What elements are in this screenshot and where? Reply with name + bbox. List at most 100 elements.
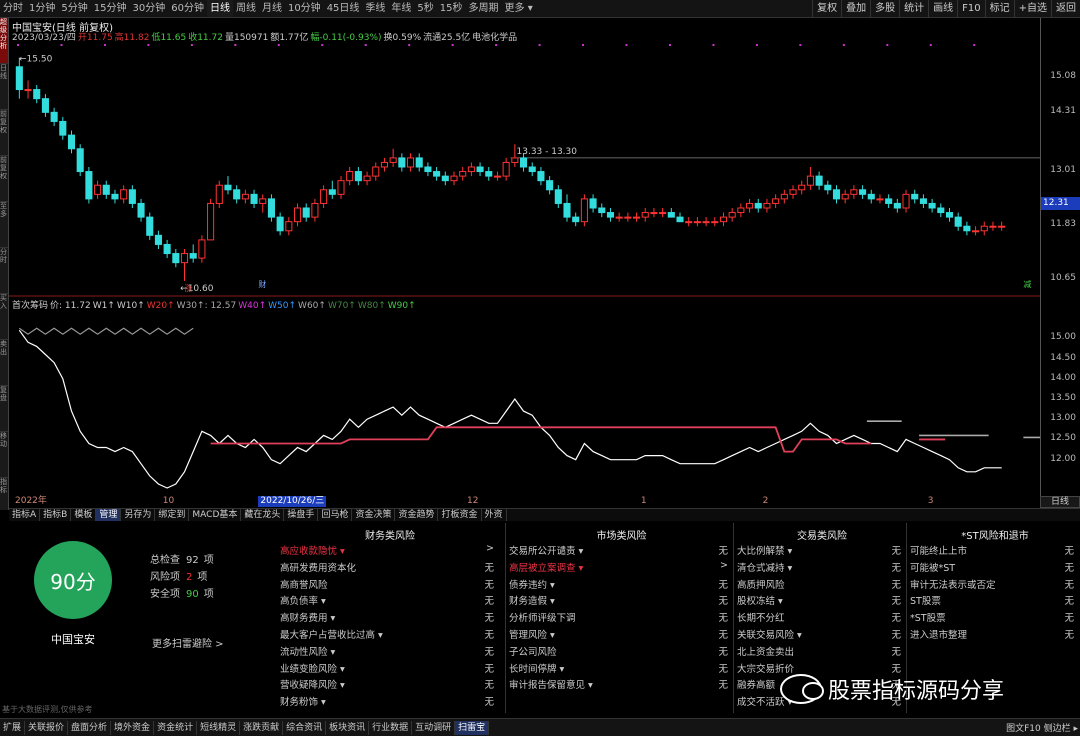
bottom-tab-2[interactable]: 盘面分析 (68, 720, 112, 735)
indicator-tab-1[interactable]: 指标B (40, 509, 72, 521)
side-tab-2[interactable]: 前复权 (0, 110, 8, 156)
side-tab-4[interactable]: 至多 (0, 202, 8, 248)
risk-item[interactable]: ST股票 无 (910, 593, 1080, 607)
risk-item[interactable]: 审计报告保留意见 ▾ 无 (509, 677, 734, 691)
period-tab-3[interactable]: 15分钟 (91, 0, 130, 17)
side-tab-7[interactable]: 卖出 (0, 340, 8, 386)
risk-item[interactable]: 长期不分红 无 (737, 610, 907, 624)
period-tab-13[interactable]: 5秒 (414, 0, 436, 17)
indicator-tab-0[interactable]: 指标A (9, 509, 41, 521)
bottom-tab-9[interactable]: 行业数据 (369, 720, 413, 735)
bottom-tab-11[interactable]: 扫雷宝 (455, 720, 490, 735)
risk-item[interactable]: 业绩变脸风险 ▾ 无 (280, 661, 500, 675)
risk-item[interactable]: 清仓式减持 ▾ 无 (737, 560, 907, 574)
period-tab-11[interactable]: 季线 (362, 0, 388, 17)
day-period-button[interactable]: 日线 (1040, 496, 1080, 508)
signal-dot (625, 44, 628, 46)
price-chart[interactable]: ←15.50←10.6013.33 - 13.30涨财减 (9, 18, 1040, 496)
period-tab-15[interactable]: 多周期 (466, 0, 502, 17)
period-tab-12[interactable]: 年线 (388, 0, 414, 17)
bottom-tab-7[interactable]: 综合资讯 (283, 720, 327, 735)
bottom-tab-1[interactable]: 关联报价 (25, 720, 69, 735)
period-tab-5[interactable]: 60分钟 (168, 0, 207, 17)
bottom-tab-6[interactable]: 涨跌贡献 (240, 720, 284, 735)
tool-button-3[interactable]: 统计 (899, 0, 928, 17)
period-tab-4[interactable]: 30分钟 (129, 0, 168, 17)
risk-item[interactable]: 高质押风险 无 (737, 577, 907, 591)
risk-item[interactable]: 可能被*ST 无 (910, 560, 1080, 574)
bottom-tab-10[interactable]: 互动调研 (412, 720, 456, 735)
indicator-tab-5[interactable]: 绑定到 (155, 509, 190, 521)
risk-item[interactable]: 债券违约 ▾ 无 (509, 577, 734, 591)
side-tab-0[interactable]: 超级分析 (0, 18, 8, 64)
side-tab-10[interactable]: 指标 (0, 478, 8, 524)
side-tab-6[interactable]: 买入 (0, 294, 8, 340)
side-tab-8[interactable]: 复盘 (0, 386, 8, 432)
risk-item[interactable]: 交易所公开谴责 ▾ 无 (509, 543, 734, 557)
bottom-tab-0[interactable]: 扩展 (0, 720, 26, 735)
indicator-tab-12[interactable]: 打板资金 (438, 509, 482, 521)
bottom-tab-8[interactable]: 板块资讯 (326, 720, 370, 735)
side-tab-5[interactable]: 分时 (0, 248, 8, 294)
period-tab-10[interactable]: 45日线 (324, 0, 363, 17)
risk-item[interactable]: 关联交易风险 ▾ 无 (737, 627, 907, 641)
period-tab-7[interactable]: 周线 (233, 0, 259, 17)
risk-item[interactable]: 长时间停牌 ▾ 无 (509, 661, 734, 675)
period-tab-6[interactable]: 日线 (206, 0, 233, 17)
indicator-tab-11[interactable]: 资金趋势 (395, 509, 439, 521)
side-tab-3[interactable]: 前复权 (0, 156, 8, 202)
risk-item[interactable]: 高应收款隐忧 ▾ > (280, 543, 500, 557)
indicator-tab-9[interactable]: 回马枪 (318, 509, 353, 521)
risk-item[interactable]: 股权冻结 ▾ 无 (737, 593, 907, 607)
period-tab-8[interactable]: 月线 (259, 0, 285, 17)
side-tab-9[interactable]: 移动 (0, 432, 8, 478)
indicator-tab-3[interactable]: 管理 (96, 509, 122, 521)
risk-item[interactable]: 高负债率 ▾ 无 (280, 593, 500, 607)
tool-button-0[interactable]: 复权 (812, 0, 841, 17)
risk-item[interactable]: 审计无法表示或否定 无 (910, 577, 1080, 591)
risk-item[interactable]: 财务造假 ▾ 无 (509, 593, 734, 607)
risk-item[interactable]: 可能终止上市 无 (910, 543, 1080, 557)
indicator-tab-7[interactable]: 藏在龙头 (241, 509, 285, 521)
tool-button-1[interactable]: 叠加 (841, 0, 870, 17)
tool-button-8[interactable]: 返回 (1051, 0, 1080, 17)
bottom-tab-5[interactable]: 短线精灵 (197, 720, 241, 735)
risk-item[interactable]: 北上资金卖出 无 (737, 644, 907, 658)
risk-item[interactable]: 子公司风险 无 (509, 644, 734, 658)
risk-item[interactable]: 流动性风险 ▾ 无 (280, 644, 500, 658)
risk-item[interactable]: 高研发费用资本化 无 (280, 560, 500, 574)
period-tab-1[interactable]: 1分钟 (26, 0, 58, 17)
period-tab-9[interactable]: 10分钟 (285, 0, 324, 17)
risk-item[interactable]: 进入退市整理 无 (910, 627, 1080, 641)
indicator-tab-10[interactable]: 资金决策 (352, 509, 396, 521)
risk-item[interactable]: 财务粉饰 ▾ 无 (280, 694, 500, 708)
tool-button-7[interactable]: +自选 (1013, 0, 1051, 17)
tool-button-4[interactable]: 画线 (928, 0, 957, 17)
risk-item[interactable]: 最大客户占营收比过高 ▾ 无 (280, 627, 500, 641)
indicator-tab-13[interactable]: 外资 (482, 509, 507, 521)
risk-item[interactable]: 大比例解禁 ▾ 无 (737, 543, 907, 557)
bottom-tab-3[interactable]: 境外资金 (111, 720, 155, 735)
indicator-tab-2[interactable]: 模板 (71, 509, 97, 521)
risk-item[interactable]: *ST股票 无 (910, 610, 1080, 624)
bottom-right-links[interactable]: 图文F10 侧边栏 ▸ (1006, 721, 1078, 734)
risk-item[interactable]: 分析师评级下调 无 (509, 610, 734, 624)
side-tab-1[interactable]: 日线 (0, 64, 8, 110)
bottom-tab-4[interactable]: 资金统计 (154, 720, 198, 735)
tool-button-2[interactable]: 多股 (870, 0, 899, 17)
risk-item[interactable]: 管理风险 ▾ 无 (509, 627, 734, 641)
period-tab-2[interactable]: 5分钟 (58, 0, 90, 17)
period-tab-14[interactable]: 15秒 (437, 0, 466, 17)
period-tab-16[interactable]: 更多 ▾ (502, 0, 536, 17)
indicator-tab-4[interactable]: 另存为 (121, 509, 156, 521)
tool-button-6[interactable]: 标记 (984, 0, 1014, 17)
indicator-tab-8[interactable]: 操盘手 (284, 509, 319, 521)
indicator-tab-6[interactable]: MACD基本 (189, 509, 242, 521)
risk-item[interactable]: 高层被立案调查 ▾ > (509, 560, 734, 574)
tool-button-5[interactable]: F10 (957, 0, 984, 17)
risk-item[interactable]: 营收疑降风险 ▾ 无 (280, 677, 500, 691)
risk-item[interactable]: 高商誉风险 无 (280, 577, 500, 591)
more-scan-link[interactable]: 更多扫雷避险 > (152, 635, 224, 650)
risk-item[interactable]: 高财务费用 ▾ 无 (280, 610, 500, 624)
period-tab-0[interactable]: 分时 (0, 0, 26, 17)
